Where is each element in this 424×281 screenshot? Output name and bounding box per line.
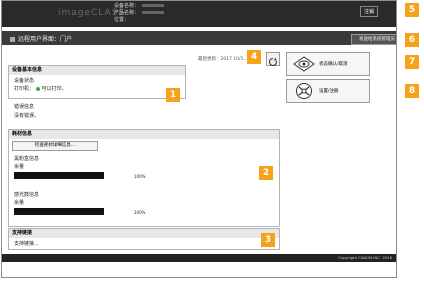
footer-bar: Copyright CANON INC. 2016 <box>2 254 396 262</box>
settings-icon <box>296 83 312 99</box>
black-cartridge-label: 黑粉盒信息 <box>14 156 40 162</box>
portal-icon <box>10 37 15 42</box>
printer-status: 打印机： 可以打印。 <box>14 85 67 92</box>
black-cartridge-pct: 100% <box>134 174 146 179</box>
title-bar: 远程用户界面：门户 <box>2 31 396 45</box>
black-cartridge-sub: 余量 <box>14 164 25 170</box>
copyright: Copyright CANON INC. 2016 <box>338 255 392 260</box>
support-title: 支持链接 <box>9 229 279 238</box>
header-bar: imageCLASS 设备名称： 产品名称： 位置： 注销 <box>2 1 396 27</box>
device-info-title: 设备基本信息 <box>9 66 185 75</box>
settings-label: 设置/注册 <box>319 89 339 94</box>
product-name-label: 产品名称： <box>114 10 140 16</box>
logout-button[interactable]: 注销 <box>359 6 378 17</box>
callout-badge-1: 1 <box>166 88 180 102</box>
page-title-text: 远程用户界面：门户 <box>18 36 73 43</box>
consumables-title: 耗材信息 <box>9 130 279 139</box>
drum-pct: 100% <box>134 210 146 215</box>
portal-window: imageCLASS 设备名称： 产品名称： 位置： 注销 远程用户界面：门户 … <box>1 0 397 278</box>
printer-status-text: 可以打印。 <box>41 86 67 92</box>
device-name-value <box>142 4 165 7</box>
support-box: 支持链接 <box>8 228 280 250</box>
check-consumables-button[interactable]: 检查耗材详细信息... <box>12 141 98 151</box>
last-updated: 最后更新：2017 10/1... <box>198 57 248 62</box>
callout-badge-8: 8 <box>405 84 419 98</box>
drum-sub: 余量 <box>14 200 25 206</box>
printer-label: 打印机： <box>14 86 35 92</box>
black-cartridge-bar <box>14 172 104 179</box>
drum-bar <box>14 208 104 215</box>
error-info-value: 没有错误。 <box>14 113 40 119</box>
callout-badge-4: 4 <box>247 50 261 64</box>
device-info: 设备名称： 产品名称： 位置： <box>114 3 165 24</box>
callout-badge-7: 7 <box>405 55 419 69</box>
callout-badge-2: 2 <box>259 166 273 180</box>
status-monitor-label: 状态确认/取消 <box>319 62 348 67</box>
device-status-label: 设备状态 <box>14 78 35 84</box>
mail-admin-button[interactable]: 发送给系统管理员 <box>351 34 396 45</box>
settings-button[interactable]: 设置/注册 <box>286 79 370 103</box>
error-info-label: 错误信息 <box>14 104 35 110</box>
eye-icon <box>293 56 315 72</box>
status-monitor-button[interactable]: 状态确认/取消 <box>286 52 370 76</box>
refresh-button[interactable] <box>266 52 280 66</box>
device-name-label: 设备名称： <box>114 3 140 9</box>
drum-label: 感光鼓信息 <box>14 192 40 198</box>
callout-badge-3: 3 <box>261 233 275 247</box>
callout-badge-5: 5 <box>405 3 419 17</box>
page-title: 远程用户界面：门户 <box>10 34 72 43</box>
location-label: 位置： <box>114 17 130 23</box>
ok-status-icon <box>35 86 40 91</box>
refresh-icon <box>268 57 278 66</box>
callout-badge-6: 6 <box>405 33 419 47</box>
device-info-box: 设备基本信息 <box>8 65 186 99</box>
product-name-value <box>142 11 165 14</box>
support-link[interactable]: 支持链接... <box>14 240 39 247</box>
